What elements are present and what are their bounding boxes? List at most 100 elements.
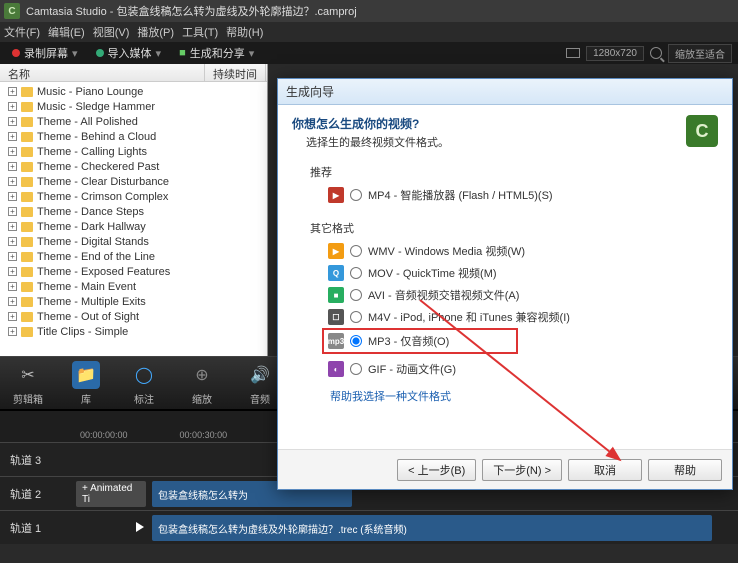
clip-item-label: Title Clips - Simple	[37, 326, 128, 338]
folder-icon	[21, 252, 33, 262]
menu-help[interactable]: 帮助(H)	[226, 24, 263, 40]
track-body[interactable]: 包装盒线稿怎么转为虚线及外轮廓描边？.trec (系统音频)	[70, 511, 738, 544]
expand-icon[interactable]: +	[8, 132, 17, 141]
shrink-fit[interactable]: 缩放至适合	[668, 44, 732, 63]
radio-avi[interactable]	[350, 289, 362, 301]
track-1: 轨道 1 包装盒线稿怎么转为虚线及外轮廓描边？.trec (系统音频)	[0, 510, 738, 544]
track-label[interactable]: 轨道 2	[0, 486, 70, 502]
window-title: Camtasia Studio - 包装盒线稿怎么转为虚线及外轮廓描边？.cam…	[26, 3, 357, 19]
help-button[interactable]: 帮助	[648, 459, 722, 481]
tool-zoom[interactable]: ⊕ 缩放	[182, 361, 222, 406]
folder-icon	[21, 162, 33, 172]
play-icon	[136, 522, 144, 532]
clip-bin-item[interactable]: +Theme - Exposed Features	[0, 264, 267, 279]
option-label: M4V - iPod, iPhone 和 iTunes 兼容视频(I)	[368, 309, 570, 325]
menu-view[interactable]: 视图(V)	[93, 24, 130, 40]
clip-bin-item[interactable]: +Theme - Crimson Complex	[0, 189, 267, 204]
menu-edit[interactable]: 编辑(E)	[48, 24, 85, 40]
preview-size[interactable]: 1280x720	[586, 46, 644, 61]
next-button[interactable]: 下一步(N) >	[482, 459, 562, 481]
radio-mp4[interactable]	[350, 189, 362, 201]
clip-item-label: Music - Sledge Hammer	[37, 101, 155, 113]
zoom-icon: ⊕	[188, 361, 216, 389]
folder-icon	[21, 222, 33, 232]
folder-icon	[21, 87, 33, 97]
radio-gif[interactable]	[350, 363, 362, 375]
clip-bin-item[interactable]: +Theme - Clear Disturbance	[0, 174, 267, 189]
format-option-wmv[interactable]: ▶ WMV - Windows Media 视频(W)	[328, 240, 718, 262]
expand-icon[interactable]: +	[8, 237, 17, 246]
clip-bin-item[interactable]: +Theme - Main Event	[0, 279, 267, 294]
format-option-m4v[interactable]: ☐ M4V - iPod, iPhone 和 iTunes 兼容视频(I)	[328, 306, 718, 328]
expand-icon[interactable]: +	[8, 117, 17, 126]
clip-bin-item[interactable]: + Theme - Dark Hallway	[0, 219, 267, 234]
expand-icon[interactable]: +	[8, 192, 17, 201]
option-label: GIF - 动画文件(G)	[368, 361, 456, 377]
clip-bin-item[interactable]: + Music - Sledge Hammer	[0, 99, 267, 114]
cancel-button[interactable]: 取消	[568, 459, 642, 481]
timeline-clip[interactable]: + Animated Ti	[76, 481, 146, 507]
clip-bin-item[interactable]: + Theme - End of the Line	[0, 249, 267, 264]
clip-bin-item[interactable]: +Theme - Multiple Exits	[0, 294, 267, 309]
clip-bin-item[interactable]: + Title Clips - Simple	[0, 324, 267, 339]
tool-callouts[interactable]: ◯标注	[124, 361, 164, 406]
clip-bin-item[interactable]: +Theme - Out of Sight	[0, 309, 267, 324]
tool-label: 缩放	[192, 391, 212, 406]
radio-mp3[interactable]	[350, 335, 362, 347]
clip-item-label: Theme - End of the Line	[37, 251, 155, 263]
expand-icon[interactable]: +	[8, 177, 17, 186]
col-time[interactable]: 持续时间	[205, 64, 266, 81]
expand-icon[interactable]: +	[8, 327, 17, 336]
tool-audio[interactable]: 🔊音频	[240, 361, 280, 406]
help-format-link[interactable]: 帮助我选择一种文件格式	[330, 388, 451, 404]
tool-clip-bin[interactable]: ✂剪辑箱	[8, 361, 48, 406]
format-option-avi[interactable]: ■ AVI - 音频视频交错视频文件(A)	[328, 284, 718, 306]
clip-item-label: Theme - Dark Hallway	[37, 221, 146, 233]
expand-icon[interactable]: +	[8, 252, 17, 261]
expand-icon[interactable]: +	[8, 297, 17, 306]
camtasia-logo-icon: C	[686, 115, 718, 147]
folder-icon	[21, 297, 33, 307]
format-option-mov[interactable]: Q MOV - QuickTime 视频(M)	[328, 262, 718, 284]
menu-file[interactable]: 文件(F)	[4, 24, 40, 40]
expand-icon[interactable]: +	[8, 222, 17, 231]
radio-m4v[interactable]	[350, 311, 362, 323]
format-option-mp4[interactable]: ▶ MP4 - 智能播放器 (Flash / HTML5)(S)	[328, 184, 718, 206]
format-option-mp3[interactable]: mp3 MP3 - 仅音频(O)	[328, 332, 512, 350]
clip-bin-item[interactable]: +Theme - Digital Stands	[0, 234, 267, 249]
folder-icon	[21, 177, 33, 187]
produce-share-button[interactable]: ■生成和分享▾	[173, 43, 260, 63]
track-label[interactable]: 轨道 3	[0, 452, 70, 468]
dialog-title-bar[interactable]: 生成向导	[278, 79, 732, 105]
expand-icon[interactable]: +	[8, 87, 17, 96]
format-option-gif[interactable]: ◐ GIF - 动画文件(G)	[328, 358, 718, 380]
folder-icon	[21, 327, 33, 337]
clip-bin-item[interactable]: +Theme - Calling Lights	[0, 144, 267, 159]
clip-bin-item[interactable]: +Theme - All Polished	[0, 114, 267, 129]
record-screen-button[interactable]: 录制屏幕▾	[6, 43, 84, 63]
timeline-clip[interactable]: 包装盒线稿怎么转为虚线及外轮廓描边？.trec (系统音频)	[152, 515, 712, 541]
expand-icon[interactable]: +	[8, 147, 17, 156]
menu-tools[interactable]: 工具(T)	[182, 24, 218, 40]
audio-icon: 🔊	[246, 361, 274, 389]
expand-icon[interactable]: +	[8, 312, 17, 321]
expand-icon[interactable]: +	[8, 102, 17, 111]
clip-bin-panel: 名称 持续时间 +Music - Piano Lounge+Music - Sl…	[0, 64, 268, 356]
radio-wmv[interactable]	[350, 245, 362, 257]
clip-bin-item[interactable]: +Theme - Dance Steps	[0, 204, 267, 219]
clip-bin-item[interactable]: +Theme - Behind a Cloud	[0, 129, 267, 144]
radio-mov[interactable]	[350, 267, 362, 279]
import-media-button[interactable]: 导入媒体▾	[90, 43, 168, 63]
menu-play[interactable]: 播放(P)	[137, 24, 174, 40]
option-label: MP4 - 智能播放器 (Flash / HTML5)(S)	[368, 187, 553, 203]
back-button[interactable]: < 上一步(B)	[397, 459, 476, 481]
col-name[interactable]: 名称	[0, 64, 205, 81]
expand-icon[interactable]: +	[8, 207, 17, 216]
expand-icon[interactable]: +	[8, 267, 17, 276]
clip-bin-item[interactable]: +Music - Piano Lounge	[0, 84, 267, 99]
clip-bin-item[interactable]: +Theme - Checkered Past	[0, 159, 267, 174]
expand-icon[interactable]: +	[8, 162, 17, 171]
expand-icon[interactable]: +	[8, 282, 17, 291]
tool-library[interactable]: 📁库	[66, 361, 106, 406]
track-label[interactable]: 轨道 1	[0, 520, 70, 536]
